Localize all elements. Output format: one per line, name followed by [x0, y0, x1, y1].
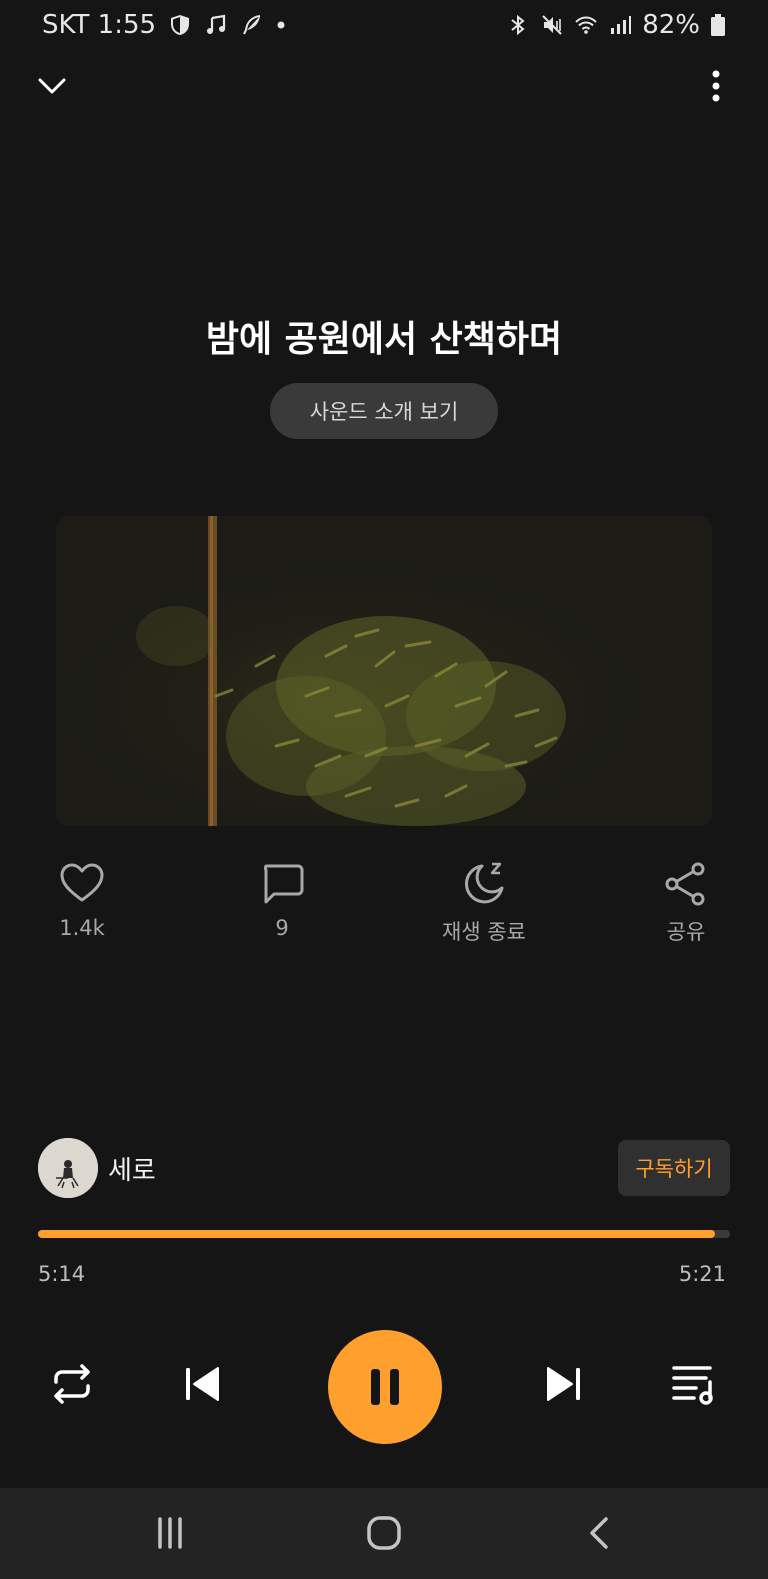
status-bar: SKT 1:55 82%: [0, 0, 768, 50]
recent-apps-icon: [158, 1517, 182, 1549]
playlist-button[interactable]: [668, 1358, 720, 1410]
battery-icon: [711, 14, 725, 36]
sound-intro-button[interactable]: 사운드 소개 보기: [270, 383, 498, 439]
wifi-icon: [575, 16, 597, 34]
mute-icon: [542, 15, 562, 35]
shield-icon: [171, 15, 190, 35]
like-count: 1.4k: [59, 916, 105, 940]
pause-button[interactable]: [328, 1330, 442, 1444]
collapse-button[interactable]: [32, 66, 72, 106]
more-vertical-icon: [712, 70, 720, 102]
chevron-down-icon: [38, 78, 66, 94]
battery-percent: 82%: [642, 10, 700, 40]
sleep-timer-icon: [465, 862, 504, 904]
progress-bar[interactable]: [38, 1230, 730, 1238]
repeat-button[interactable]: [46, 1358, 98, 1410]
artist-avatar-image: [38, 1138, 98, 1198]
status-left: SKT 1:55: [42, 10, 286, 40]
top-bar: [0, 62, 768, 110]
avatar[interactable]: [38, 1138, 98, 1198]
next-button[interactable]: [538, 1358, 590, 1410]
bluetooth-icon: [511, 14, 525, 36]
comment-button[interactable]: 9: [212, 860, 352, 940]
like-button[interactable]: 1.4k: [12, 860, 152, 940]
playlist-icon: [672, 1366, 713, 1405]
comment-icon: [263, 864, 304, 904]
artist-row: 세로 구독하기: [38, 1138, 730, 1198]
playback-controls: [0, 1330, 768, 1446]
comment-count: 9: [275, 916, 289, 940]
home-button[interactable]: [354, 1508, 414, 1558]
progress-fill: [38, 1230, 715, 1238]
system-nav-bar: [0, 1488, 768, 1579]
dot-icon: [277, 21, 285, 29]
sleep-timer-label: 재생 종료: [442, 920, 526, 944]
share-icon: [665, 862, 705, 906]
status-right: 82%: [506, 10, 726, 40]
music-note-icon: [207, 14, 226, 34]
track-title: 밤에 공원에서 산책하며: [205, 319, 563, 360]
subscribe-button[interactable]: 구독하기: [618, 1140, 730, 1196]
duration-time: 5:21: [678, 1262, 726, 1286]
home-icon: [367, 1516, 401, 1550]
sleep-timer-button[interactable]: 재생 종료: [414, 860, 554, 946]
carrier-time: SKT 1:55: [42, 10, 157, 40]
more-options-button[interactable]: [704, 66, 728, 106]
elapsed-time: 5:14: [38, 1262, 86, 1286]
recent-apps-button[interactable]: [140, 1508, 200, 1558]
next-icon: [547, 1367, 580, 1401]
signal-icon: [611, 16, 632, 34]
feather-icon: [243, 15, 261, 35]
share-button[interactable]: 공유: [616, 860, 756, 946]
previous-button[interactable]: [176, 1358, 228, 1410]
heart-icon: [60, 863, 104, 902]
artist-name[interactable]: 세로: [108, 1150, 156, 1187]
back-icon: [590, 1517, 608, 1549]
night-park-illustration: [56, 516, 712, 826]
repeat-icon: [54, 1364, 90, 1404]
share-label: 공유: [666, 920, 706, 944]
pause-icon: [371, 1369, 399, 1405]
action-row: 1.4k 9 재생 종료 공유: [0, 860, 768, 950]
cover-image: [56, 516, 712, 826]
back-button[interactable]: [570, 1508, 630, 1558]
previous-icon: [186, 1367, 219, 1401]
